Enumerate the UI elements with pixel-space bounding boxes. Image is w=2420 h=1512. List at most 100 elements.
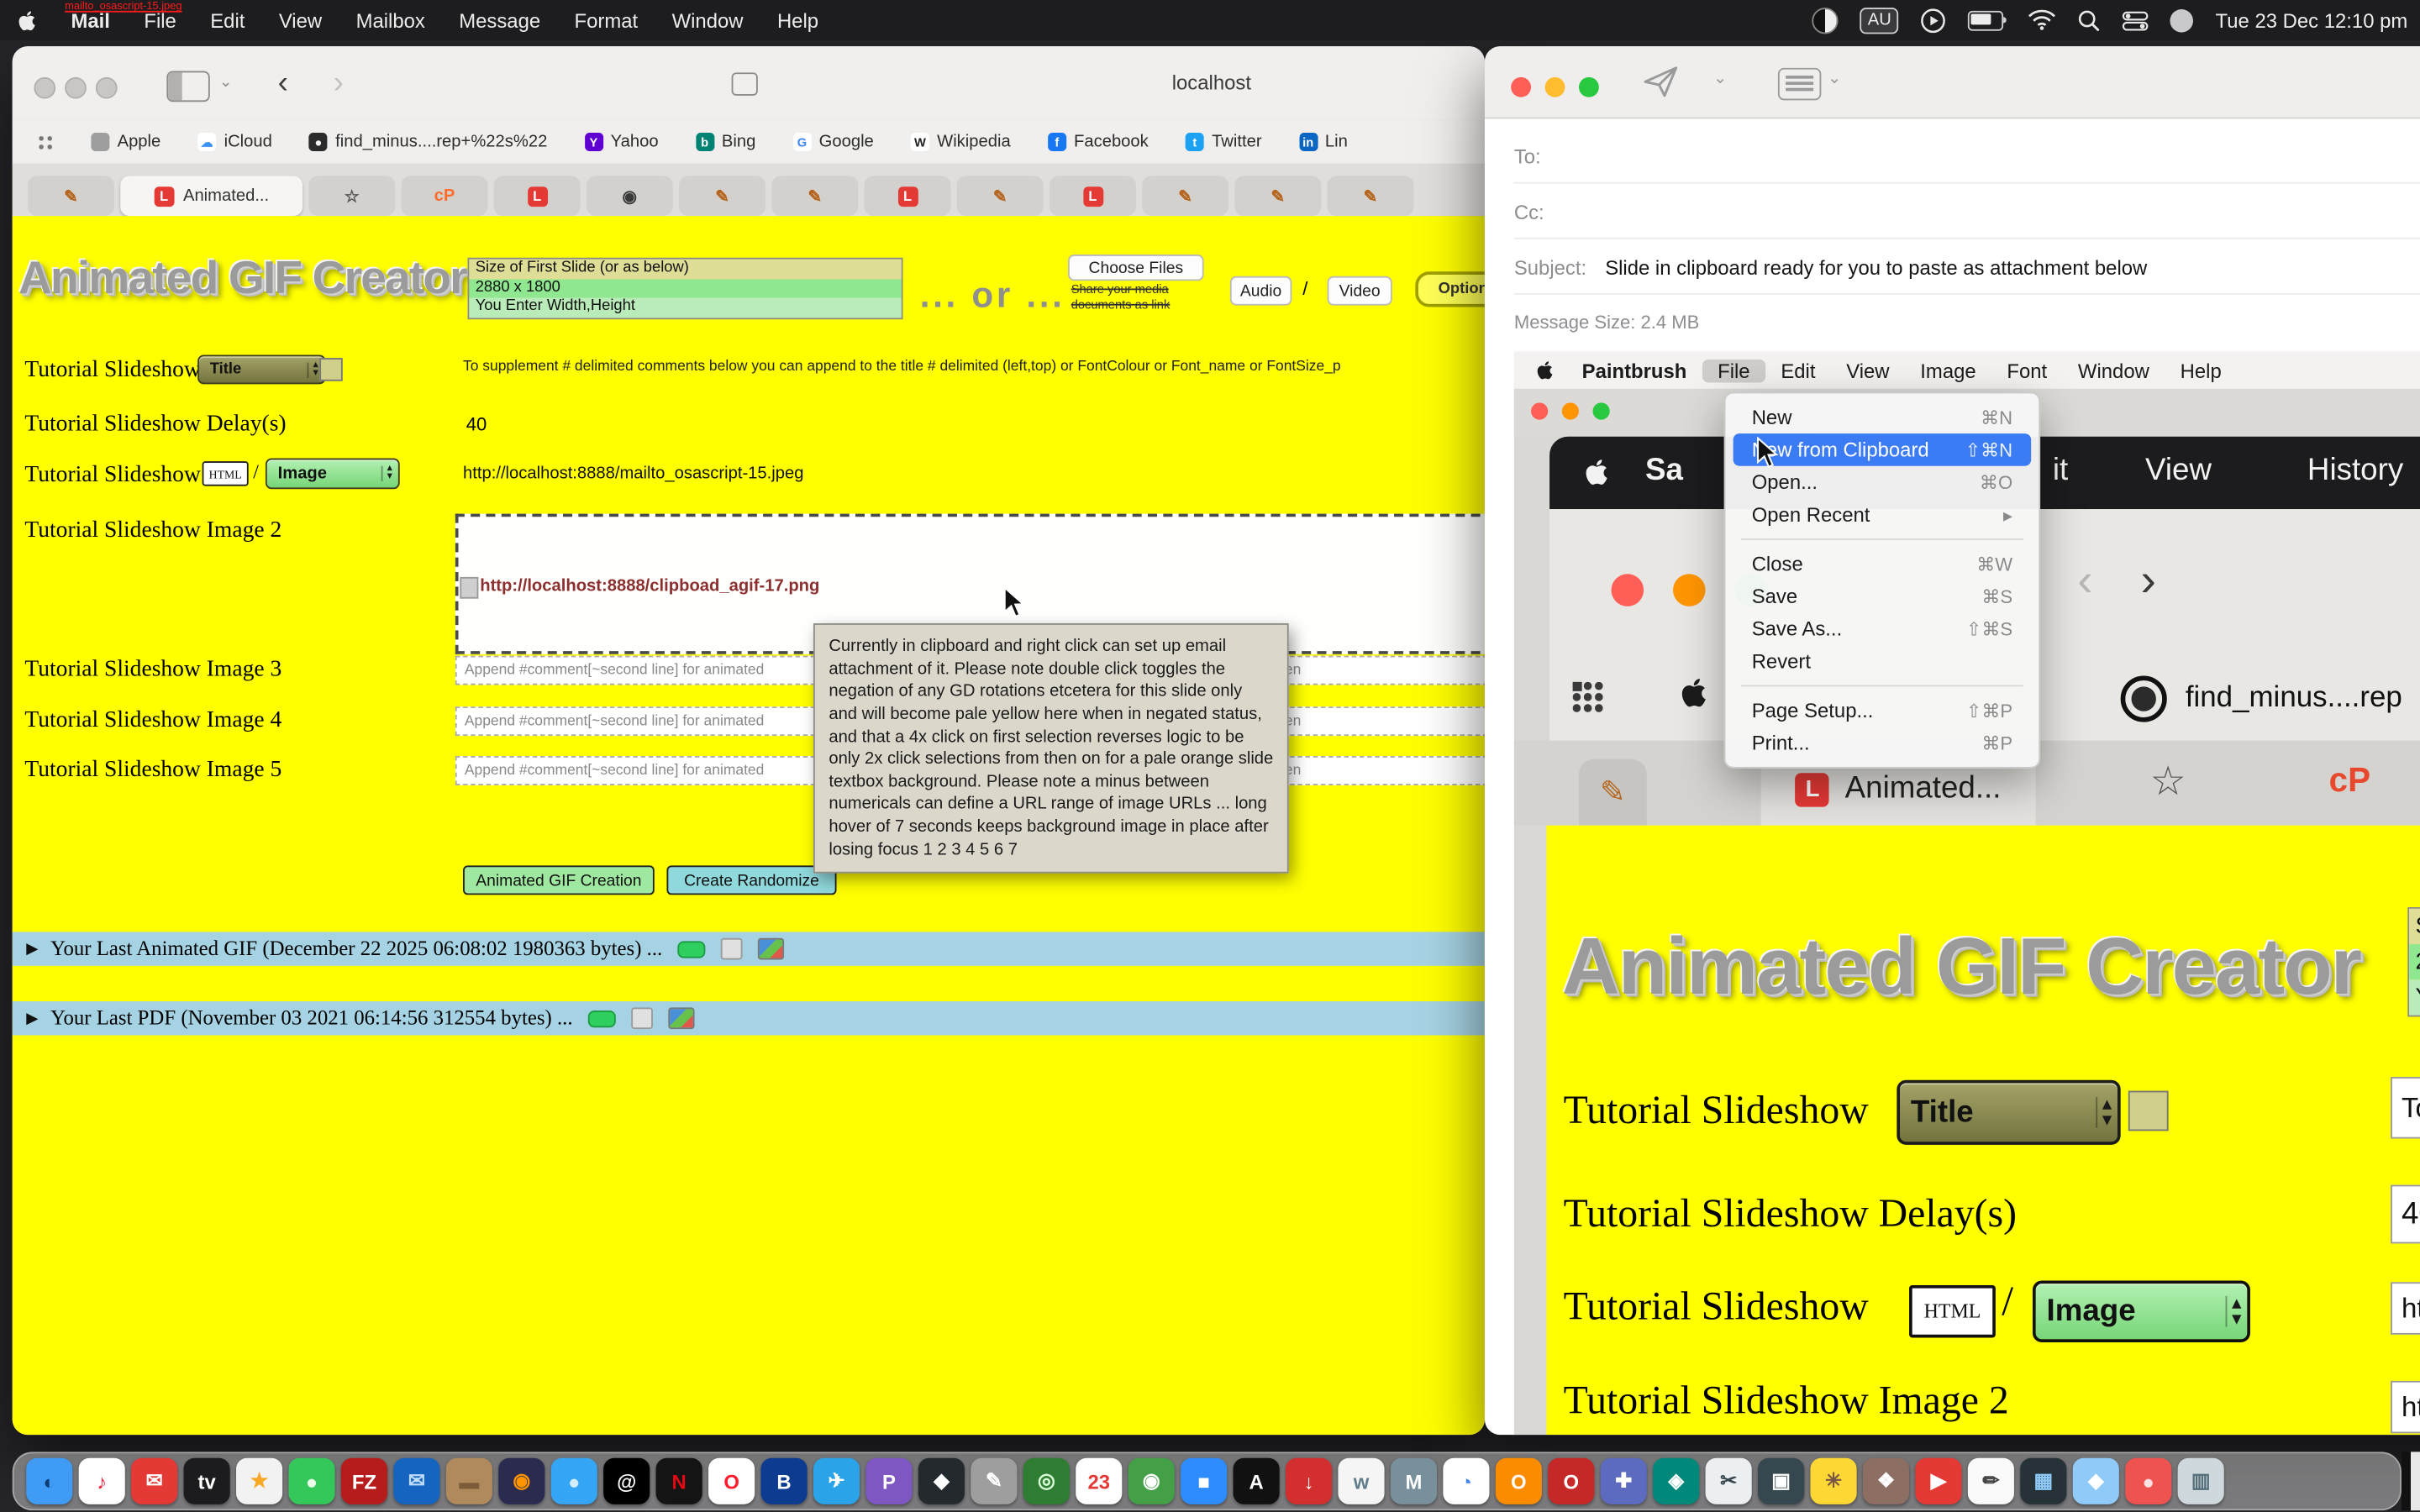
dock-icon[interactable]: ★ [236, 1458, 282, 1504]
color-swatch[interactable] [319, 358, 343, 381]
zoom-window-button[interactable] [1579, 77, 1599, 97]
dock-icon[interactable]: O [708, 1458, 755, 1504]
forward-button[interactable]: › [334, 68, 344, 99]
menubar-menu-window[interactable]: Window [655, 8, 760, 32]
page-icon[interactable] [732, 72, 758, 96]
options-button[interactable]: Option [1415, 271, 1485, 307]
pdf-photo-icon[interactable] [668, 1007, 694, 1029]
dock-icon[interactable]: ◔ [1443, 1458, 1489, 1504]
title-select[interactable]: Title ▴▾ [197, 354, 325, 384]
zoom-window-button[interactable] [96, 77, 118, 99]
dock-icon[interactable]: A [1234, 1458, 1280, 1504]
dock-icon[interactable]: tv [184, 1458, 230, 1504]
menu-item-print-[interactable]: Print...⌘P [1733, 727, 2031, 759]
menu-item-page-setup-[interactable]: Page Setup...⇧⌘P [1733, 695, 2031, 727]
dock-icon[interactable]: ❖ [1863, 1458, 1909, 1504]
gif-photo-icon[interactable] [758, 938, 784, 960]
play-status-icon[interactable] [1921, 7, 1947, 33]
cc-field[interactable] [1514, 238, 2420, 239]
menu-item-new[interactable]: New⌘N [1733, 402, 2031, 434]
tab[interactable]: L [1050, 176, 1136, 216]
status-app-icon[interactable] [1812, 7, 1839, 33]
minimize-window-button[interactable] [65, 77, 87, 99]
dock-icon[interactable]: ↓ [1286, 1458, 1332, 1504]
dock-icon[interactable]: P [865, 1458, 912, 1504]
dock-icon[interactable]: B [761, 1458, 808, 1504]
wifi-icon[interactable] [2028, 9, 2056, 31]
tab[interactable]: ✎ [1328, 176, 1414, 216]
bookmark-item[interactable]: ☁iCloud [197, 133, 272, 151]
dock-icon[interactable]: ● [551, 1458, 597, 1504]
bookmark-item[interactable]: inLin [1299, 133, 1348, 151]
bookmark-item[interactable]: WWikipedia [911, 133, 1011, 151]
audio-button[interactable]: Audio [1230, 276, 1292, 306]
bookmark-item[interactable]: GGoogle [792, 133, 873, 151]
user-switch-icon[interactable] [2170, 8, 2194, 32]
delay-value[interactable]: 40 [466, 413, 487, 435]
bookmark-item[interactable]: ●find_minus....rep+%22s%22 [309, 133, 547, 151]
dock-icon[interactable]: ● [288, 1458, 334, 1504]
dock-icon[interactable]: ✉ [393, 1458, 439, 1504]
attachment-screenshot[interactable]: PaintbrushFileEditViewImageFontWindowHel… [1514, 352, 2420, 1435]
tab[interactable]: ✎ [1234, 176, 1321, 216]
video-button[interactable]: Video [1328, 276, 1392, 306]
dock-icon[interactable]: ✂ [1706, 1458, 1752, 1504]
dock-icon[interactable]: ✈ [813, 1458, 860, 1504]
dock-icon[interactable]: ▶ [1915, 1458, 1961, 1504]
to-field[interactable] [1514, 182, 2420, 184]
choose-files-button[interactable]: Choose Files [1068, 255, 1204, 281]
tab[interactable]: ✎ [679, 176, 765, 216]
send-chevron-icon[interactable]: ⌄ [1713, 68, 1728, 88]
dock-icon[interactable]: ✎ [971, 1458, 1017, 1504]
bookmark-item[interactable]: YYahoo [584, 133, 658, 151]
menu-item-revert[interactable]: Revert [1733, 645, 2031, 678]
send-icon[interactable] [1642, 65, 1679, 98]
disclosure-triangle-icon[interactable]: ▶ [26, 1010, 38, 1026]
dock-icon[interactable]: ✚ [1601, 1458, 1647, 1504]
dock-icon[interactable]: 23 [1076, 1458, 1122, 1504]
bookmarks-grid-icon[interactable] [37, 134, 54, 150]
menu-item-close[interactable]: Close⌘W [1733, 548, 2031, 580]
dock-icon[interactable]: ◐ [26, 1458, 72, 1504]
dock-icon[interactable]: ✏ [1968, 1458, 2014, 1504]
menu-item-save-as-[interactable]: Save As...⇧⌘S [1733, 612, 2031, 645]
tab[interactable]: ◉ [587, 176, 673, 216]
format-chevron-icon[interactable]: ⌄ [1828, 68, 1842, 88]
create-randomize-button[interactable]: Create Randomize [666, 865, 836, 895]
menubar-clock[interactable]: Tue 23 Dec 12:10 pm [2216, 8, 2408, 32]
tab[interactable]: L [494, 176, 581, 216]
size-box-line2[interactable]: 2880 x 1800 [469, 279, 901, 298]
format-icon[interactable] [1778, 68, 1821, 101]
dock-icon[interactable]: ◆ [918, 1458, 965, 1504]
minimize-window-button[interactable] [1545, 77, 1565, 97]
sidebar-toggle-icon[interactable] [166, 71, 209, 102]
dock-icon[interactable]: ■ [1181, 1458, 1227, 1504]
menubar-menu-edit[interactable]: Edit [193, 8, 262, 32]
apple-menu[interactable] [0, 8, 54, 32]
dock-icon[interactable]: ◈ [1653, 1458, 1699, 1504]
tab[interactable]: ☆ [308, 176, 395, 216]
spotlight-search-icon[interactable] [2078, 8, 2102, 32]
bookmark-item[interactable]: Apple [91, 133, 160, 151]
sidebar-chevron-icon[interactable]: ⌄ [219, 74, 232, 91]
tab-active[interactable]: LAnimated... [120, 176, 302, 216]
slide2-url[interactable]: http://localhost:8888/clipboad_agif-17.p… [480, 577, 819, 596]
bookmark-item[interactable]: fFacebook [1048, 133, 1149, 151]
dock-icon[interactable]: ✳ [1810, 1458, 1856, 1504]
image-select[interactable]: Image ▴▾ [266, 459, 400, 490]
menubar-menu-mailbox[interactable]: Mailbox [339, 8, 442, 32]
pdf-preview-chip[interactable] [588, 1010, 616, 1026]
menubar-menu-view[interactable]: View [262, 8, 339, 32]
last-gif-bar[interactable]: ▶ Your Last Animated GIF (December 22 20… [13, 932, 1485, 965]
last-pdf-bar[interactable]: ▶ Your Last PDF (November 03 2021 06:14:… [13, 1001, 1485, 1035]
dock-icon[interactable]: O [1496, 1458, 1542, 1504]
menubar-menu-format[interactable]: Format [557, 8, 655, 32]
dock-icon[interactable]: ◉ [498, 1458, 544, 1504]
subject-value[interactable]: Slide in clipboard ready for you to past… [1605, 256, 2147, 280]
control-center-icon[interactable] [2123, 10, 2149, 30]
dock-icon[interactable]: ◆ [2073, 1458, 2119, 1504]
menubar-menu-help[interactable]: Help [760, 8, 836, 32]
tab[interactable]: ✎ [1142, 176, 1228, 216]
tab[interactable]: L [865, 176, 951, 216]
dock-icon[interactable]: ✉ [131, 1458, 177, 1504]
